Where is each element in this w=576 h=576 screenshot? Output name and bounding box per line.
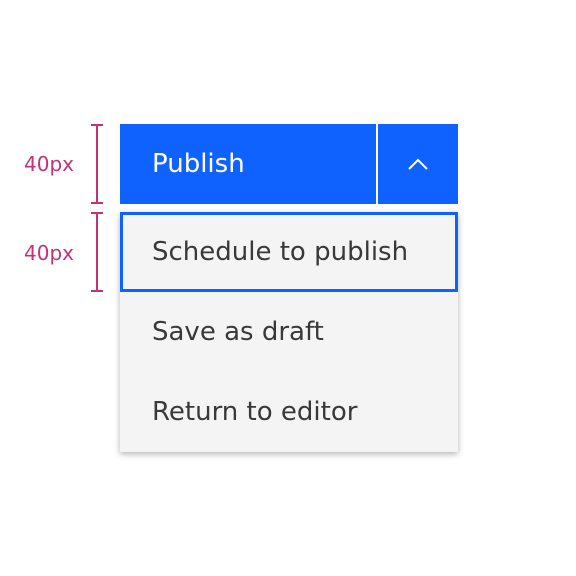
menu-item-return-to-editor[interactable]: Return to editor: [120, 372, 458, 452]
chevron-up-icon: [408, 158, 428, 170]
bracket-stem: [96, 212, 98, 292]
bracket-bottom-cap: [91, 202, 103, 204]
menu-item-schedule-to-publish[interactable]: Schedule to publish: [120, 212, 458, 292]
bracket-bottom-cap: [91, 290, 103, 292]
bracket-stem: [96, 124, 98, 204]
menu-item-height-label: 40px: [24, 241, 74, 265]
combo-button: Publish: [120, 124, 458, 204]
publish-button[interactable]: Publish: [120, 124, 376, 204]
menu-item-label: Return to editor: [152, 397, 358, 427]
menu-toggle-button[interactable]: [378, 124, 458, 204]
dropdown-menu: Schedule to publish Save as draft Return…: [120, 212, 458, 452]
menu-item-save-as-draft[interactable]: Save as draft: [120, 292, 458, 372]
canvas: 40px 40px Publish Schedule to publish Sa…: [0, 0, 576, 576]
menu-item-label: Schedule to publish: [152, 237, 409, 267]
height-bracket-menu-item: [86, 212, 108, 292]
height-bracket-button: [86, 124, 108, 204]
menu-item-label: Save as draft: [152, 317, 324, 347]
button-height-label: 40px: [24, 152, 74, 176]
